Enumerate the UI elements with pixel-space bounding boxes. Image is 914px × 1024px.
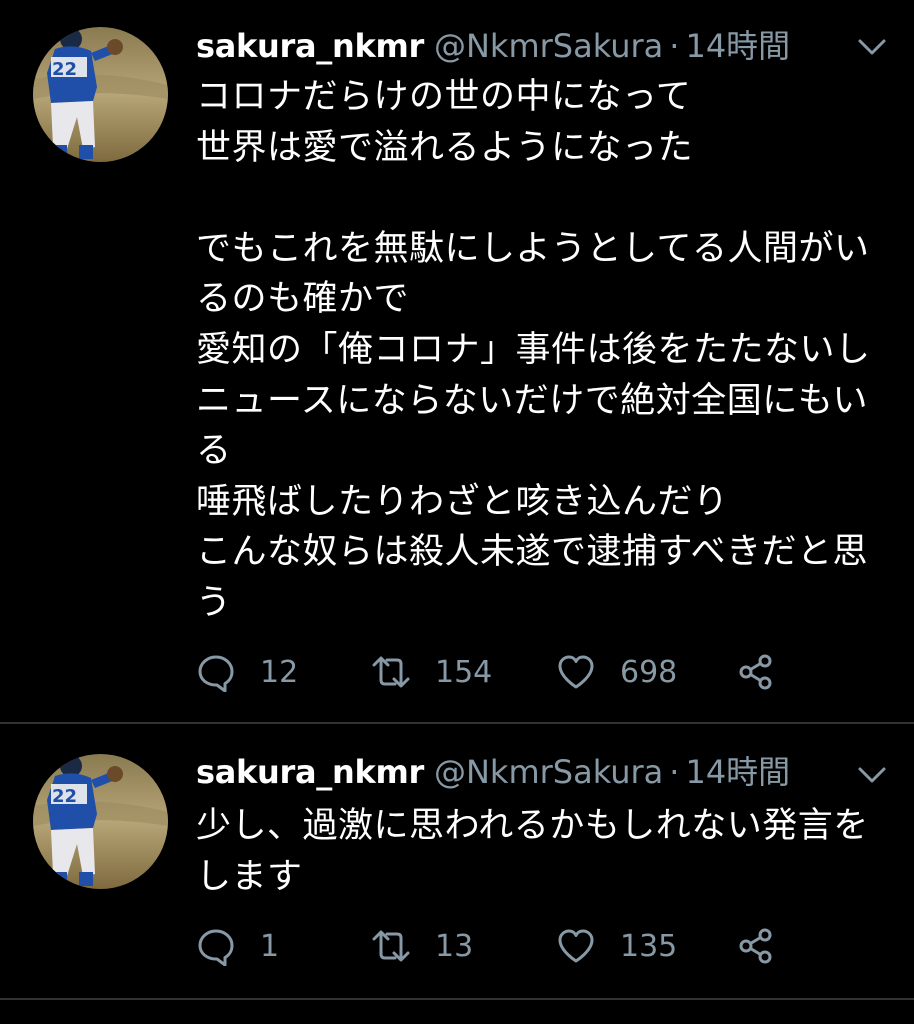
heart-icon (558, 655, 594, 689)
retweet-count: 154 (435, 654, 493, 690)
reply-count: 1 (260, 928, 280, 964)
reply-icon (198, 655, 234, 692)
retweet-count: 13 (435, 928, 474, 964)
tweet[interactable]: 22 sakura_nkmr @NkmrSakura · 14時間 コロナだらけの世の… (0, 0, 914, 724)
retweet-button[interactable]: 154 (371, 650, 492, 694)
timestamp[interactable]: 14時間 (685, 27, 790, 65)
share-button[interactable] (736, 650, 776, 694)
retweet-button[interactable]: 13 (371, 924, 473, 968)
chevron-down-icon[interactable] (854, 760, 890, 790)
tweet-header: sakura_nkmr @NkmrSakura · 14時間 (196, 752, 914, 792)
share-icon (739, 928, 772, 964)
like-button[interactable]: 135 (556, 924, 677, 968)
like-count: 698 (620, 654, 678, 690)
timestamp[interactable]: 14時間 (685, 753, 790, 791)
reply-icon (198, 929, 234, 966)
svg-text:22: 22 (52, 786, 77, 807)
tweet-actions: 12 154 698 (196, 650, 914, 694)
tweet-text: コロナだらけの世の中になって 世界は愛で溢れるようになった でもこれを無駄にしよ… (196, 77, 871, 623)
retweet-icon (372, 656, 410, 688)
share-icon (739, 654, 772, 690)
heart-icon (558, 929, 594, 963)
share-button[interactable] (736, 924, 776, 968)
separator-dot: · (669, 753, 680, 791)
tweet[interactable]: 22 sakura_nkmr @NkmrSakura · 14時間 少し、過激に思われ… (0, 724, 914, 1000)
avatar[interactable]: 22 (33, 27, 168, 162)
separator-dot: · (669, 27, 680, 65)
like-count: 135 (620, 928, 678, 964)
reply-count: 12 (260, 654, 299, 690)
chevron-down-icon[interactable] (854, 32, 890, 62)
display-name[interactable]: sakura_nkmr (196, 753, 424, 791)
retweet-icon (372, 930, 410, 962)
tweet-actions: 1 13 135 (196, 924, 914, 968)
user-handle[interactable]: @NkmrSakura (434, 753, 663, 791)
reply-button[interactable]: 1 (196, 924, 279, 968)
avatar[interactable]: 22 (33, 754, 168, 889)
like-button[interactable]: 698 (556, 650, 677, 694)
reply-button[interactable]: 12 (196, 650, 298, 694)
display-name[interactable]: sakura_nkmr (196, 27, 424, 65)
svg-text:22: 22 (52, 59, 77, 80)
tweet-header: sakura_nkmr @NkmrSakura · 14時間 (196, 26, 914, 66)
user-handle[interactable]: @NkmrSakura (434, 27, 663, 65)
tweet-text: 少し、過激に思われるかもしれない発言をします (196, 806, 869, 897)
